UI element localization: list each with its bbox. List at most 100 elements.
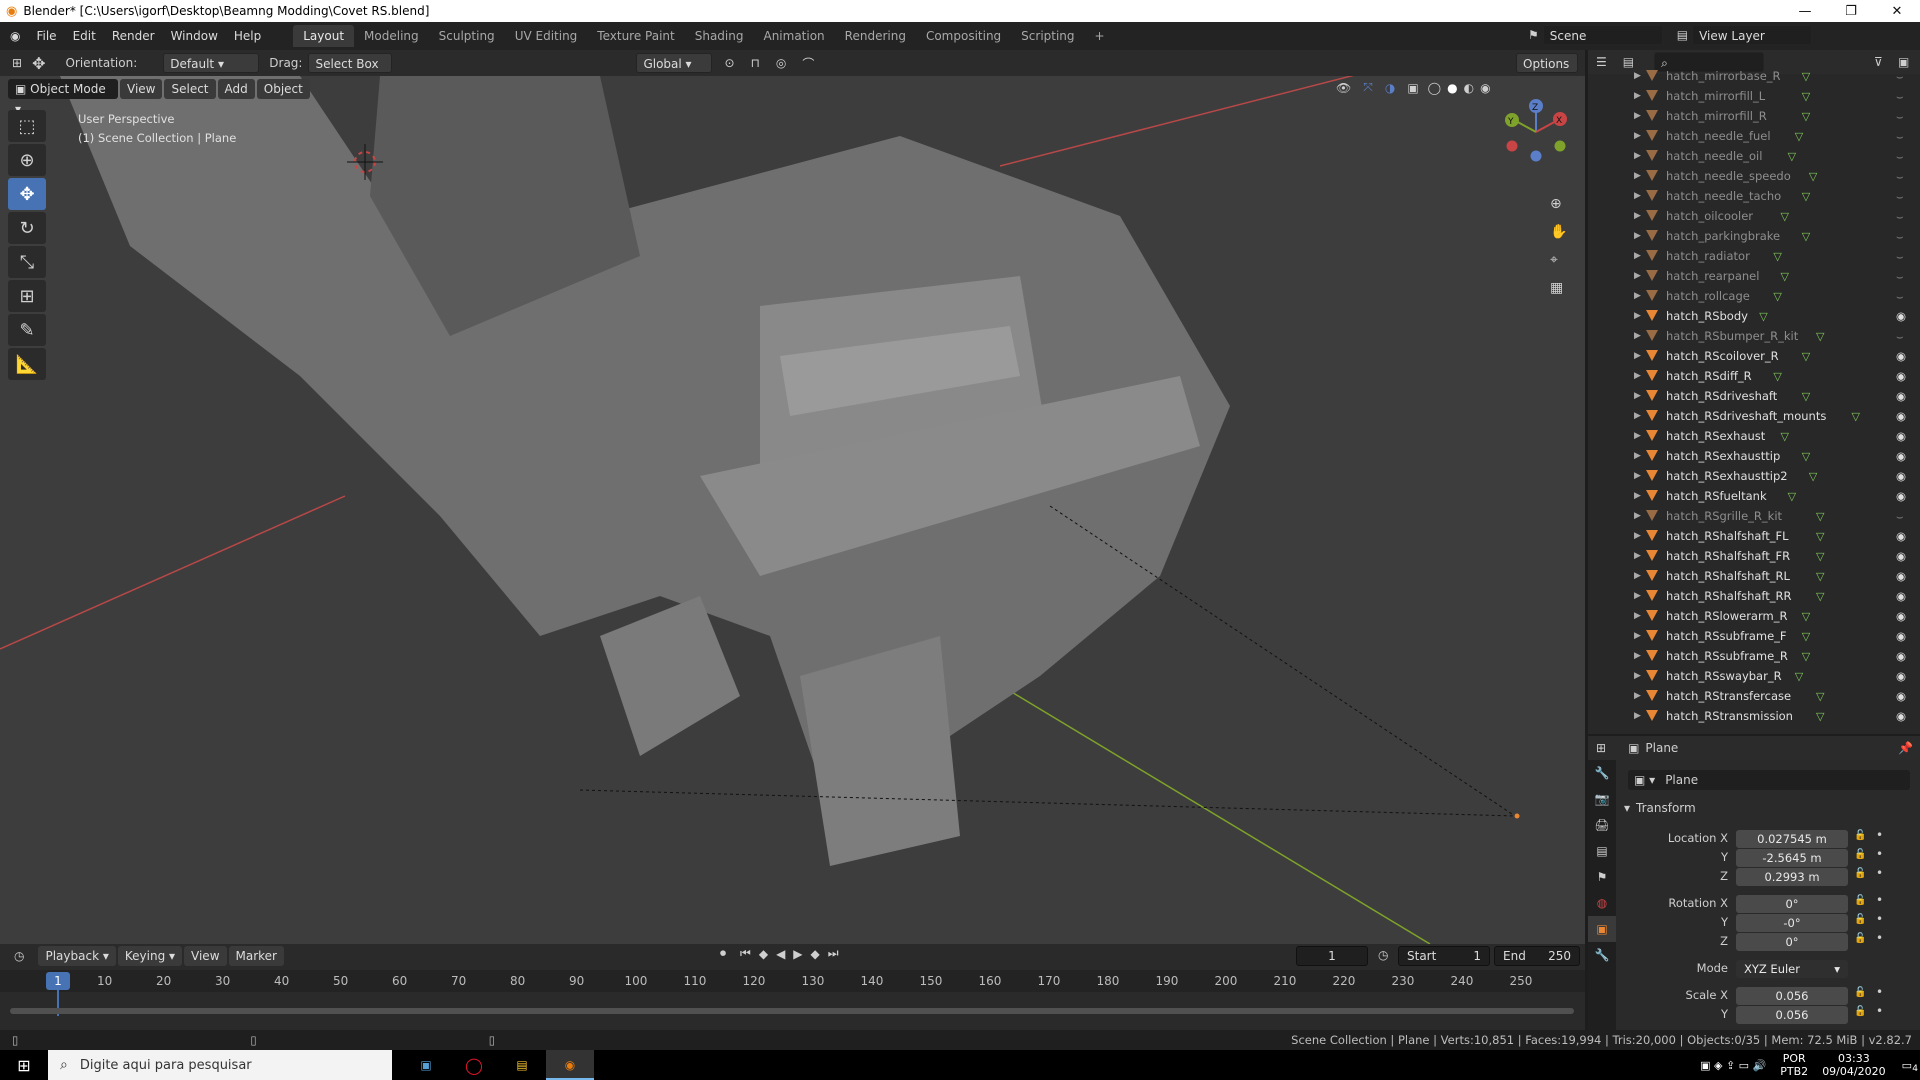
visibility-eye-icon[interactable]: ◉ (1896, 429, 1906, 443)
menu-timeline-view[interactable]: View (184, 946, 227, 966)
lock-icon[interactable]: 🔓 (1854, 933, 1866, 944)
blender-menu-icon[interactable]: ◉ (10, 29, 20, 43)
tab-rendering[interactable]: Rendering (835, 25, 916, 47)
menu-view[interactable]: View (120, 79, 163, 99)
expand-arrow-icon[interactable]: ▶ (1634, 311, 1641, 321)
visibility-eye-icon[interactable]: ⌣ (1896, 169, 1904, 184)
lock-icon[interactable]: 🔓 (1854, 868, 1866, 879)
visibility-eye-icon[interactable]: ⌣ (1896, 289, 1904, 304)
world-tab-icon[interactable]: ◍ (1588, 890, 1616, 916)
location-x-field[interactable]: 0.027545 m (1736, 830, 1848, 848)
expand-arrow-icon[interactable]: ▶ (1634, 231, 1641, 241)
keyframe-dot-icon[interactable]: • (1876, 847, 1883, 861)
mesh-data-icon[interactable]: ▽ (1802, 90, 1810, 103)
timeline-scrollbar[interactable] (10, 1008, 1574, 1014)
mesh-data-icon[interactable]: ▽ (1802, 110, 1810, 123)
menu-file[interactable]: File (28, 25, 64, 47)
menu-keying[interactable]: Keying ▾ (117, 946, 183, 966)
datablock-field[interactable]: ▣ ▾ Plane (1628, 770, 1910, 790)
taskbar-app-files-icon[interactable]: ▤ (498, 1058, 546, 1072)
outliner-item[interactable]: ▶ hatch_RStransmission ◉ ▽ (1588, 706, 1920, 726)
visibility-eye-icon[interactable]: ◉ (1896, 449, 1906, 463)
mesh-data-icon[interactable]: ▽ (1802, 190, 1810, 203)
visibility-eye-icon[interactable]: ◉ (1896, 349, 1906, 363)
expand-arrow-icon[interactable]: ▶ (1634, 291, 1641, 301)
mesh-data-icon[interactable]: ▽ (1809, 470, 1817, 483)
windows-start-icon[interactable]: ⊞ (0, 1056, 48, 1075)
mesh-data-icon[interactable]: ▽ (1816, 690, 1824, 703)
expand-arrow-icon[interactable]: ▶ (1634, 611, 1641, 621)
mesh-data-icon[interactable]: ▽ (1795, 130, 1803, 143)
outliner-item[interactable]: ▶ hatch_RShalfshaft_FL ◉ ▽ (1588, 526, 1920, 546)
select-box-tool-icon[interactable]: ⬚ (8, 110, 46, 142)
mesh-data-icon[interactable]: ▽ (1802, 630, 1810, 643)
outliner-item[interactable]: ▶ hatch_needle_fuel ⌣ ▽ (1588, 126, 1920, 146)
mesh-data-icon[interactable]: ▽ (1788, 150, 1796, 163)
mesh-data-icon[interactable]: ▽ (1816, 510, 1824, 523)
outliner-item[interactable]: ▶ hatch_RSexhausttip2 ◉ ▽ (1588, 466, 1920, 486)
rotation-y-field[interactable]: -0° (1736, 914, 1848, 932)
visibility-eye-icon[interactable]: ◉ (1896, 529, 1906, 543)
mesh-data-icon[interactable]: ▽ (1802, 450, 1810, 463)
outliner-item[interactable]: ▶ hatch_RSbumper_R_kit ⌣ ▽ (1588, 326, 1920, 346)
play-icon[interactable]: ▶ (793, 947, 802, 961)
mesh-data-icon[interactable]: ▽ (1781, 430, 1789, 443)
tab-sculpting[interactable]: Sculpting (429, 25, 505, 47)
prev-keyframe-icon[interactable]: ◆ (759, 947, 768, 961)
transform-tool-icon[interactable]: ⊞ (8, 280, 46, 312)
visibility-eye-icon[interactable]: ◉ (1896, 549, 1906, 563)
output-tab-icon[interactable]: 🖨 (1588, 812, 1616, 838)
visibility-eye-icon[interactable]: ◉ (1896, 409, 1906, 423)
outliner-item[interactable]: ▶ hatch_RSdiff_R ◉ ▽ (1588, 366, 1920, 386)
expand-arrow-icon[interactable]: ▶ (1634, 271, 1641, 281)
mesh-data-icon[interactable]: ▽ (1816, 710, 1824, 723)
expand-arrow-icon[interactable]: ▶ (1634, 191, 1641, 201)
mesh-data-icon[interactable]: ▽ (1773, 370, 1781, 383)
mesh-data-icon[interactable]: ▽ (1802, 610, 1810, 623)
options-dropdown[interactable]: Options (1516, 53, 1578, 73)
mesh-data-icon[interactable]: ▽ (1773, 290, 1781, 303)
navigation-gizmo[interactable]: Z X Y (1498, 94, 1574, 170)
visibility-eye-icon[interactable]: ⌣ (1896, 69, 1904, 84)
camera-view-icon[interactable]: ⌖ (1550, 252, 1567, 268)
menu-edit[interactable]: Edit (65, 25, 104, 47)
outliner-item[interactable]: ▶ hatch_oilcooler ⌣ ▽ (1588, 206, 1920, 226)
expand-arrow-icon[interactable]: ▶ (1634, 211, 1641, 221)
expand-arrow-icon[interactable]: ▶ (1634, 331, 1641, 341)
keyframe-dot-icon[interactable]: • (1876, 931, 1883, 945)
expand-arrow-icon[interactable]: ▶ (1634, 491, 1641, 501)
3d-viewport[interactable]: User Perspective (1) Scene Collection | … (0, 76, 1585, 944)
mesh-data-icon[interactable]: ▽ (1802, 390, 1810, 403)
mesh-data-icon[interactable]: ▽ (1816, 550, 1824, 563)
outliner-item[interactable]: ▶ hatch_RSdriveshaft ◉ ▽ (1588, 386, 1920, 406)
location-y-field[interactable]: -2.5645 m (1736, 849, 1848, 867)
play-reverse-icon[interactable]: ◀ (776, 947, 785, 961)
transform-gizmo-icon[interactable]: ✥ (32, 54, 45, 73)
tray-icons[interactable]: ▣ ◈ ⇪ ▭ 🔊 (1700, 1059, 1766, 1072)
visibility-eye-icon[interactable]: ⌣ (1896, 509, 1904, 524)
snap-icon[interactable]: ⊓ (751, 56, 760, 70)
cursor-tool-icon[interactable]: ⊕ (8, 144, 46, 176)
location-z-field[interactable]: 0.2993 m (1736, 868, 1848, 886)
menu-help[interactable]: Help (226, 25, 269, 47)
scene-tab-icon[interactable]: ⚑ (1588, 864, 1616, 890)
rendered-shading-icon[interactable]: ◉ (1480, 81, 1490, 95)
mesh-data-icon[interactable]: ▽ (1816, 530, 1824, 543)
next-keyframe-icon[interactable]: ◆ (811, 947, 820, 961)
lock-icon[interactable]: 🔓 (1854, 914, 1866, 925)
outliner-item[interactable]: ▶ hatch_RSfueltank ◉ ▽ (1588, 486, 1920, 506)
zoom-icon[interactable]: ⊕ (1550, 196, 1567, 212)
visibility-eye-icon[interactable]: ◉ (1896, 669, 1906, 683)
expand-arrow-icon[interactable]: ▶ (1634, 91, 1641, 101)
rotate-tool-icon[interactable]: ↻ (8, 212, 46, 244)
start-frame-field[interactable]: Start 1 (1398, 946, 1490, 966)
outliner-item[interactable]: ▶ hatch_needle_oil ⌣ ▽ (1588, 146, 1920, 166)
outliner-item[interactable]: ▶ hatch_RSgrille_R_kit ⌣ ▽ (1588, 506, 1920, 526)
pin-icon[interactable]: 📌 (1898, 741, 1913, 755)
visibility-eye-icon[interactable]: ⌣ (1896, 109, 1904, 124)
keyframe-dot-icon[interactable]: • (1876, 1004, 1883, 1018)
keyframe-dot-icon[interactable]: • (1876, 985, 1883, 999)
tab-compositing[interactable]: Compositing (916, 25, 1011, 47)
wireframe-shading-icon[interactable]: ◯ (1428, 81, 1441, 95)
outliner-item[interactable]: ▶ hatch_mirrorfill_R ⌣ ▽ (1588, 106, 1920, 126)
